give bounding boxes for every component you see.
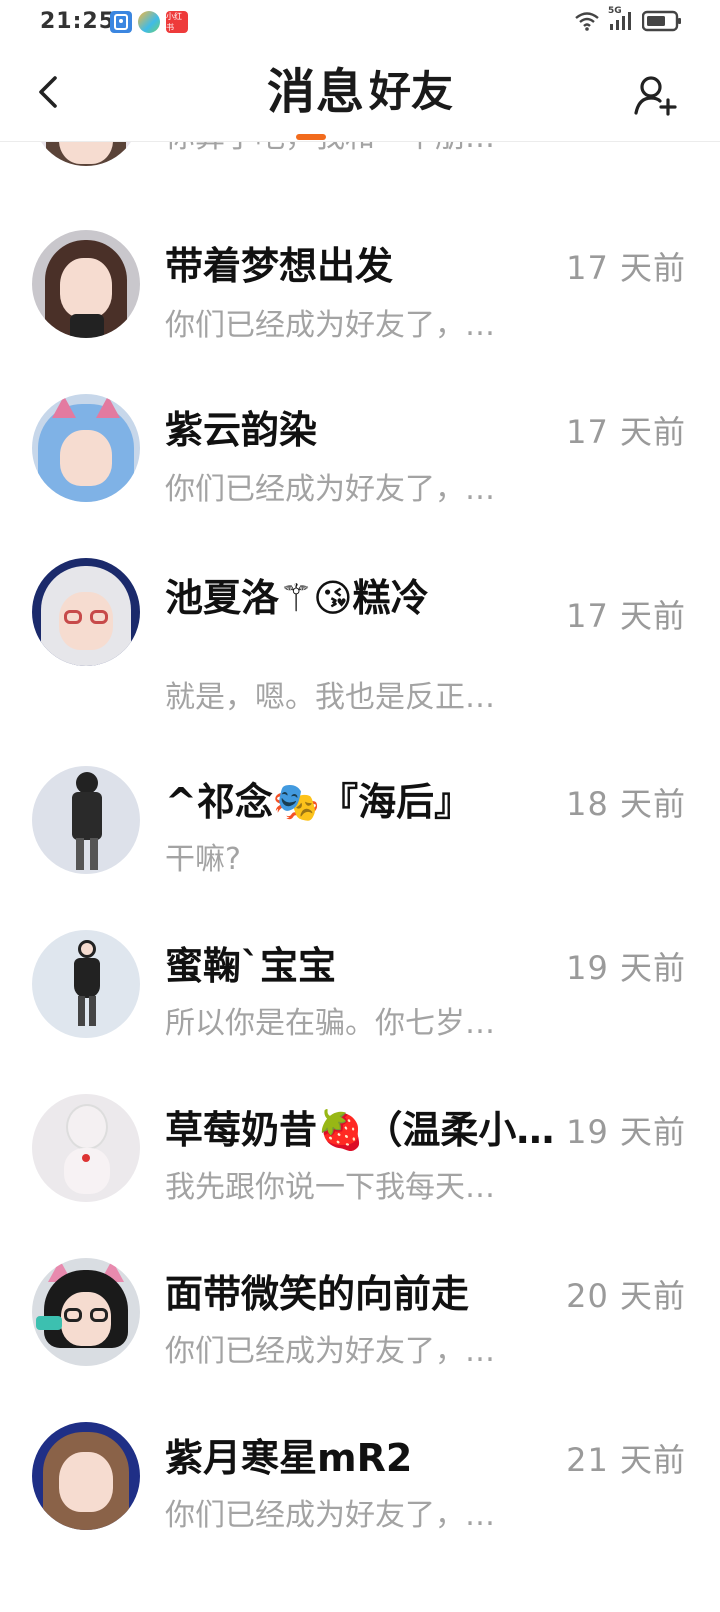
app-blue-icon (110, 11, 132, 33)
add-user-icon (634, 76, 677, 116)
message-time: 17 天前 (566, 249, 686, 287)
conversation-item[interactable]: ^祁念🎭『海后』 18 天前 干嘛? (0, 742, 720, 902)
network-label: 5G (608, 6, 622, 16)
wifi-icon (574, 11, 600, 31)
conversation-item[interactable]: 你算了吧，我和一个朋… (0, 142, 720, 192)
avatar (32, 394, 140, 502)
tab-messages[interactable]: 消息 (267, 64, 365, 120)
conversation-item[interactable]: 池夏洛⚚😘糕冷 17 天前 就是，嗯。我也是反正… (0, 534, 720, 715)
contact-name: 蜜鞠`宝宝 (165, 944, 337, 988)
status-bar: 21:25 小红书 5G (0, 0, 720, 46)
tab-friends[interactable]: 好友 (369, 64, 453, 120)
app-red-icon: 小红书 (166, 11, 188, 33)
contact-name: 池夏洛⚚😘糕冷 (165, 576, 429, 620)
conversation-item[interactable]: 蜜鞠`宝宝 19 天前 所以你是在骗。你七岁… (0, 906, 720, 1066)
message-time: 17 天前 (566, 413, 686, 451)
contact-name: ^祁念🎭『海后』 (165, 780, 473, 824)
avatar (32, 1422, 140, 1530)
contact-name: 草莓奶昔🍓（温柔小… (165, 1108, 555, 1152)
message-time: 20 天前 (566, 1277, 686, 1315)
contact-name: 面带微笑的向前走 (165, 1272, 470, 1316)
message-preview: 你们已经成为好友了，… (165, 1334, 495, 1369)
message-preview: 干嘛? (165, 842, 241, 877)
app-colorful-icon (138, 11, 160, 33)
message-preview: 你们已经成为好友了，… (165, 1498, 495, 1533)
add-friend-button[interactable] (630, 70, 680, 120)
message-preview: 我先跟你说一下我每天… (165, 1170, 495, 1205)
avatar (32, 1258, 140, 1366)
avatar (32, 766, 140, 874)
message-preview: 你们已经成为好友了，… (165, 472, 495, 507)
contact-name: 紫月寒星mR2 (165, 1436, 413, 1480)
contact-name: 紫云韵染 (165, 408, 318, 452)
status-indicators: 5G (574, 6, 682, 32)
active-tab-indicator (296, 134, 326, 140)
signal-5g-icon: 5G (608, 6, 634, 32)
message-time: 21 天前 (566, 1441, 686, 1479)
status-time: 21:25 (40, 9, 116, 34)
avatar (32, 558, 140, 666)
conversation-item[interactable]: 面带微笑的向前走 20 天前 你们已经成为好友了，… (0, 1234, 720, 1394)
battery-icon (642, 10, 682, 32)
avatar (32, 230, 140, 338)
message-time: 19 天前 (566, 1113, 686, 1151)
message-time: 18 天前 (566, 785, 686, 823)
avatar (32, 142, 140, 166)
message-time: 17 天前 (566, 597, 686, 635)
conversation-item[interactable]: 紫月寒星mR2 21 天前 你们已经成为好友了，… (0, 1398, 720, 1558)
conversation-item[interactable]: 带着梦想出发 17 天前 你们已经成为好友了，… (0, 206, 720, 366)
message-preview: 你算了吧，我和一个朋… (165, 142, 545, 160)
avatar (32, 1094, 140, 1202)
message-preview: 所以你是在骗。你七岁… (165, 1006, 495, 1041)
contact-name: 带着梦想出发 (165, 244, 394, 288)
conversation-item[interactable]: 草莓奶昔🍓（温柔小… 19 天前 我先跟你说一下我每天… (0, 1070, 720, 1230)
conversation-list: 你算了吧，我和一个朋… 带着梦想出发 17 天前 你们已经成为好友了，… 紫云韵… (0, 142, 720, 1612)
avatar (32, 930, 140, 1038)
top-nav-bar: 消息 好友 (0, 46, 720, 142)
message-preview: 就是，嗯。我也是反正… (165, 680, 495, 715)
message-time: 19 天前 (566, 949, 686, 987)
message-preview: 你们已经成为好友了，… (165, 308, 495, 343)
status-app-icons: 小红书 (110, 11, 188, 33)
tab-bar: 消息 好友 (0, 64, 720, 120)
conversation-item[interactable]: 紫云韵染 17 天前 你们已经成为好友了，… (0, 370, 720, 530)
